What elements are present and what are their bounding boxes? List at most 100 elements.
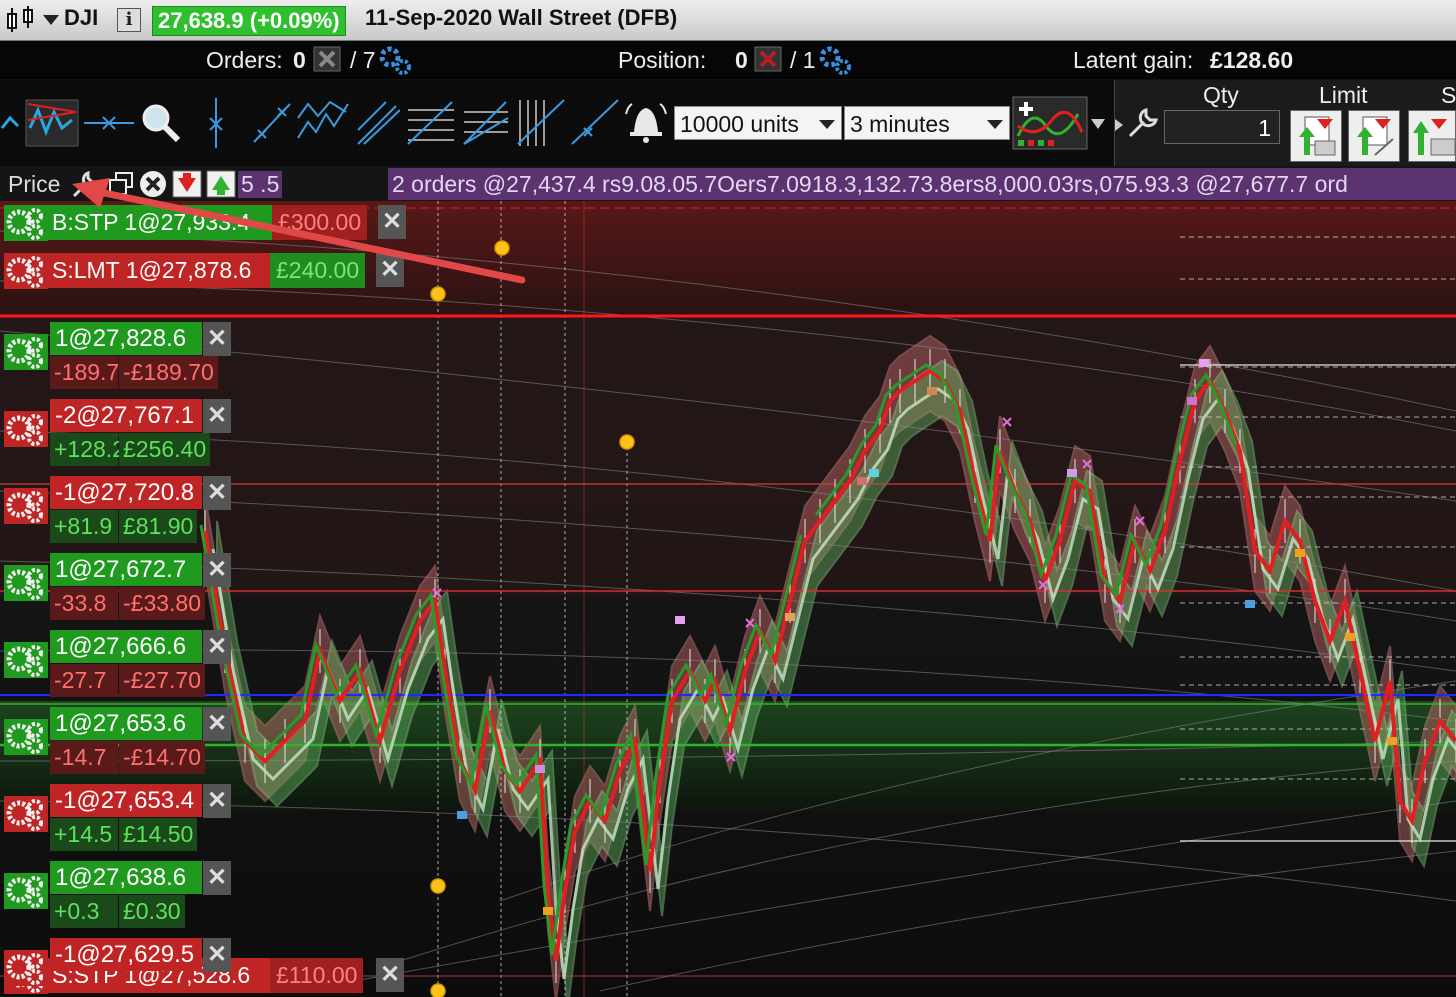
stop-label: S: [1441, 82, 1456, 108]
zoom-icon[interactable]: [140, 102, 182, 144]
position-pnl: £0.30: [119, 895, 185, 928]
latent-gain-value: £128.60: [1210, 47, 1294, 73]
timeframe-dropdown[interactable]: 3 minutes: [844, 106, 1010, 140]
trade-marker: [457, 811, 467, 819]
close-icon[interactable]: ✕: [203, 553, 231, 587]
position-label[interactable]: 1@27,672.7: [50, 553, 202, 586]
close-icon[interactable]: ✕: [203, 938, 231, 972]
position-pnl: -£27.70: [119, 664, 206, 697]
close-position-icon[interactable]: [754, 46, 782, 72]
trade-marker: [543, 907, 553, 915]
position-settings-gear-icon[interactable]: [4, 488, 48, 524]
close-icon[interactable]: ✕: [203, 399, 231, 433]
position-label[interactable]: 1@27,828.6: [50, 322, 202, 355]
position-points: +81.9: [50, 510, 118, 543]
trade-marker: [1387, 737, 1397, 745]
trend-line-icon[interactable]: [252, 102, 292, 144]
position-points: -14.7: [50, 741, 118, 774]
position-pnl: £14.50: [119, 818, 198, 851]
time-zones-icon[interactable]: [514, 96, 566, 148]
position-points: -189.7: [50, 356, 119, 389]
position-settings-gear-icon[interactable]: [4, 950, 48, 986]
trade-marker: [535, 765, 545, 773]
units-dropdown[interactable]: 10000 units: [674, 106, 842, 140]
position-pnl: -£33.80: [119, 587, 206, 620]
chart-style-icon[interactable]: [0, 98, 80, 148]
position-settings-gear-icon[interactable]: [4, 719, 48, 755]
event-pin: [430, 878, 446, 894]
trade-marker: [1187, 397, 1197, 405]
position-settings-gear-icon[interactable]: [4, 873, 48, 909]
event-pin: [619, 434, 635, 450]
price-label[interactable]: Price: [8, 171, 60, 198]
position-label[interactable]: -2@27,767.1: [50, 399, 202, 432]
trade-marker: [675, 616, 685, 624]
annotation-arrow: [72, 178, 526, 284]
position-points: +14.5: [50, 818, 118, 851]
position-label[interactable]: 1@27,653.6: [50, 707, 202, 740]
position-settings-gear-icon[interactable]: [4, 796, 48, 832]
sell-limit-button[interactable]: [1348, 110, 1400, 162]
order-ticker: 2 orders @27,437.4 rs9.08.05.7Oers7.0918…: [388, 168, 1456, 200]
position-label: Position:: [618, 47, 707, 73]
close-icon[interactable]: ✕: [203, 322, 231, 356]
position-value: 0: [735, 47, 748, 73]
close-icon[interactable]: ✕: [203, 861, 231, 895]
timeframe-value: 3 minutes: [850, 111, 950, 137]
position-label[interactable]: 1@27,666.6: [50, 630, 202, 663]
chevron-down-icon[interactable]: [42, 14, 60, 26]
close-icon[interactable]: ✕: [203, 707, 231, 741]
position-points: +128.2: [50, 433, 125, 466]
zigzag-line-icon[interactable]: [296, 100, 350, 144]
order-pnl: £110.00: [270, 958, 364, 993]
chevron-down-icon[interactable]: [1090, 118, 1106, 130]
limit-label: Limit: [1319, 82, 1368, 108]
close-icon[interactable]: ✕: [203, 630, 231, 664]
vertical-line-icon[interactable]: [204, 96, 228, 150]
position-settings-gear-icon[interactable]: [4, 565, 48, 601]
crosshair-line-icon[interactable]: [84, 110, 134, 136]
trade-marker: [869, 469, 879, 477]
trade-marker: [927, 387, 937, 395]
position-label[interactable]: 1@27,638.6: [50, 861, 202, 894]
position-label[interactable]: -1@27,629.5: [50, 938, 202, 971]
ray-line-icon[interactable]: [570, 98, 620, 146]
trade-marker: [1199, 359, 1209, 367]
position-points: -33.8: [50, 587, 118, 620]
orders-settings-gear-icon[interactable]: [378, 45, 412, 75]
chevron-down-icon: [819, 120, 835, 129]
position-settings-gear-icon[interactable]: [4, 411, 48, 447]
channel-icon[interactable]: [356, 100, 400, 146]
info-icon[interactable]: i: [117, 8, 141, 32]
position-label[interactable]: -1@27,720.8: [50, 476, 202, 509]
order-settings-gear-icon[interactable]: [4, 253, 48, 289]
position-settings-gear-icon[interactable]: [4, 334, 48, 370]
order-settings-gear-icon[interactable]: [4, 205, 48, 241]
position-settings-gear-icon[interactable]: [818, 45, 852, 75]
title-bar: DJI i 27,638.9 (+0.09%) 11-Sep-2020 Wall…: [0, 0, 1456, 41]
orders-total: / 7: [350, 47, 376, 73]
orders-value: 0: [293, 47, 306, 73]
market-title: 11-Sep-2020 Wall Street (DFB): [365, 5, 678, 30]
qty-input[interactable]: 1: [1164, 110, 1280, 144]
position-settings-gear-icon[interactable]: [4, 642, 48, 678]
fibonacci-icon[interactable]: [406, 98, 456, 146]
instrument-name[interactable]: DJI: [64, 5, 98, 31]
indicators-icon[interactable]: [1012, 96, 1088, 150]
wrench-icon[interactable]: [1124, 106, 1160, 142]
buy-limit-button[interactable]: [1290, 110, 1342, 162]
cancel-orders-icon[interactable]: [313, 46, 341, 72]
position-label[interactable]: -1@27,653.4: [50, 784, 202, 817]
event-pin: [430, 983, 446, 997]
units-value: 10000 units: [680, 111, 799, 137]
close-icon[interactable]: ✕: [376, 958, 404, 992]
close-icon[interactable]: ✕: [203, 784, 231, 818]
close-icon[interactable]: ✕: [203, 476, 231, 510]
position-points: -27.7: [50, 664, 118, 697]
stop-order-button[interactable]: [1408, 110, 1456, 162]
trade-panel-arrow-icon[interactable]: [1114, 118, 1124, 132]
gann-fan-icon[interactable]: [462, 98, 510, 146]
orders-label: Orders:: [206, 47, 283, 73]
alert-bell-icon[interactable]: [624, 100, 668, 144]
candlestick-icon[interactable]: [4, 6, 40, 34]
